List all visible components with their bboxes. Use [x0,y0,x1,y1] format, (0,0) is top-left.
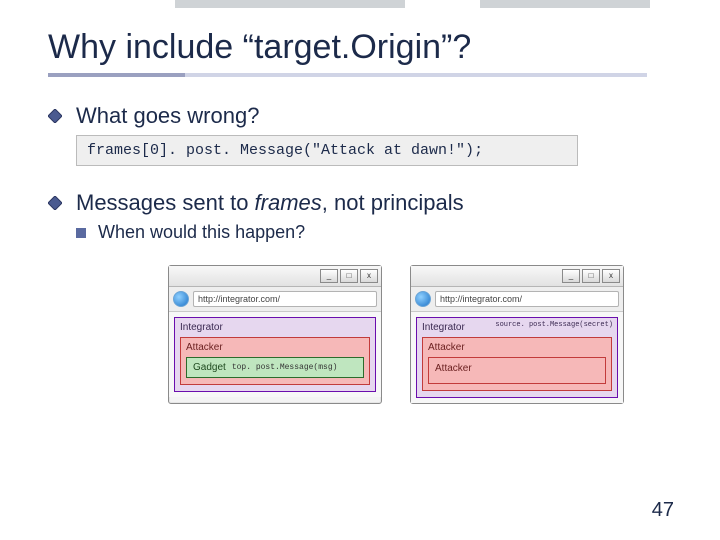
bullet-2: Messages sent to frames, not principals [48,190,672,216]
viewport: Integrator Attacker Gadget top. post.Mes… [169,312,381,397]
integrator-label: Integrator [180,322,370,333]
bullet-1-text: What goes wrong? [76,103,259,129]
bullet-2-ital: frames [255,190,322,215]
top-accent [0,0,720,10]
integrator-frame: Integrator Attacker Gadget top. post.Mes… [174,317,376,392]
titlebar: _ □ x [169,266,381,287]
close-button[interactable]: x [360,269,378,283]
slide: Why include “target.Origin”? What goes w… [0,0,720,404]
globe-icon [415,291,431,307]
diamond-icon [48,109,66,128]
address-bar: http://integrator.com/ [169,287,381,312]
minimize-button[interactable]: _ [562,269,580,283]
browser-window-right: _ □ x http://integrator.com/ Integrator … [410,265,624,404]
attacker-inner-label: Attacker [435,363,599,374]
slide-content: What goes wrong? frames[0]. post. Messag… [48,103,672,404]
close-button[interactable]: x [602,269,620,283]
attacker-label: Attacker [428,342,606,353]
sub-bullet-1-text: When would this happen? [98,222,305,243]
bullet-2-pre: Messages sent to [76,190,255,215]
diagram-row: _ □ x http://integrator.com/ Integrator … [168,265,672,404]
titlebar: _ □ x [411,266,623,287]
bullet-2-post: , not principals [322,190,464,215]
minimize-button[interactable]: _ [320,269,338,283]
browser-window-left: _ □ x http://integrator.com/ Integrator … [168,265,382,404]
source-code-label: source. post.Message(secret) [495,321,613,329]
bullet-2-text: Messages sent to frames, not principals [76,190,464,216]
url-field[interactable]: http://integrator.com/ [193,291,377,307]
viewport: Integrator source. post.Message(secret) … [411,312,623,403]
address-bar: http://integrator.com/ [411,287,623,312]
gadget-frame: Gadget top. post.Message(msg) [186,357,364,378]
attacker-inner-frame: Attacker [428,357,606,384]
sub-bullet-1: When would this happen? [76,222,672,243]
maximize-button[interactable]: □ [582,269,600,283]
url-field[interactable]: http://integrator.com/ [435,291,619,307]
title-rule [48,73,672,77]
globe-icon [173,291,189,307]
maximize-button[interactable]: □ [340,269,358,283]
gadget-label: Gadget [193,362,226,373]
square-icon [76,228,86,238]
attacker-frame: Attacker Attacker [422,337,612,391]
bullet-1: What goes wrong? [48,103,672,129]
attacker-frame: Attacker Gadget top. post.Message(msg) [180,337,370,385]
gadget-code: top. post.Message(msg) [232,363,338,372]
slide-title: Why include “target.Origin”? [48,28,672,67]
page-number: 47 [652,499,674,522]
code-box: frames[0]. post. Message("Attack at dawn… [76,135,578,166]
integrator-frame: Integrator source. post.Message(secret) … [416,317,618,398]
diamond-icon [48,196,66,215]
attacker-label: Attacker [186,342,364,353]
